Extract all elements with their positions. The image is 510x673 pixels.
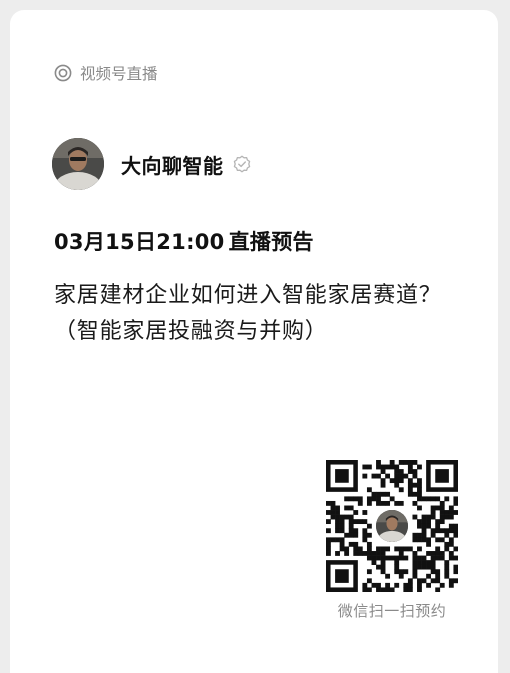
live-topic-title: 家居建材企业如何进入智能家居赛道？（智能家居投融资与并购） bbox=[54, 283, 442, 344]
qr-caption: 微信扫一扫预约 bbox=[337, 602, 447, 620]
live-schedule-heading: 03月15日21:00 直播预告 bbox=[54, 226, 314, 256]
live-preview-card: 视频号直播 大向聊智能 03月15日21:00 直播预告 家居建材企业如何进入智能… bbox=[10, 10, 498, 673]
channels-live-icon bbox=[54, 64, 72, 82]
schedule-date: 03月15日21:00 bbox=[54, 230, 225, 254]
author-name[interactable]: 大向聊智能 bbox=[121, 150, 224, 179]
avatar[interactable] bbox=[52, 138, 104, 190]
schedule-label: 直播预告 bbox=[228, 230, 314, 254]
qr-code[interactable] bbox=[326, 460, 458, 592]
verified-badge-icon bbox=[233, 155, 251, 173]
qr-center-avatar bbox=[374, 508, 410, 544]
source-label: 视频号直播 bbox=[80, 65, 158, 83]
author-row[interactable]: 大向聊智能 bbox=[52, 138, 251, 190]
source-row: 视频号直播 bbox=[54, 63, 158, 83]
